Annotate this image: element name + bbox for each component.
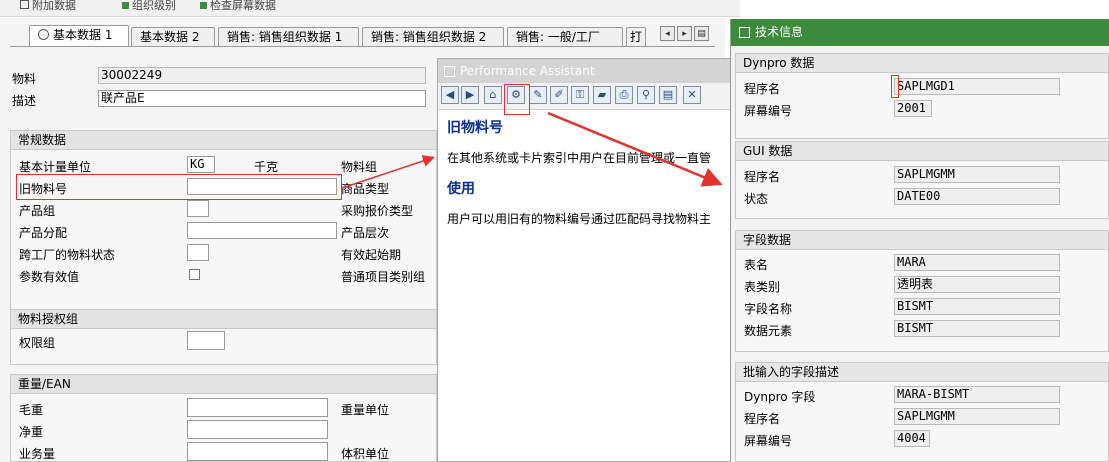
arrow-to-help <box>341 155 435 189</box>
arrow-to-technical-info <box>547 111 723 187</box>
annotation-arrows <box>341 111 723 189</box>
